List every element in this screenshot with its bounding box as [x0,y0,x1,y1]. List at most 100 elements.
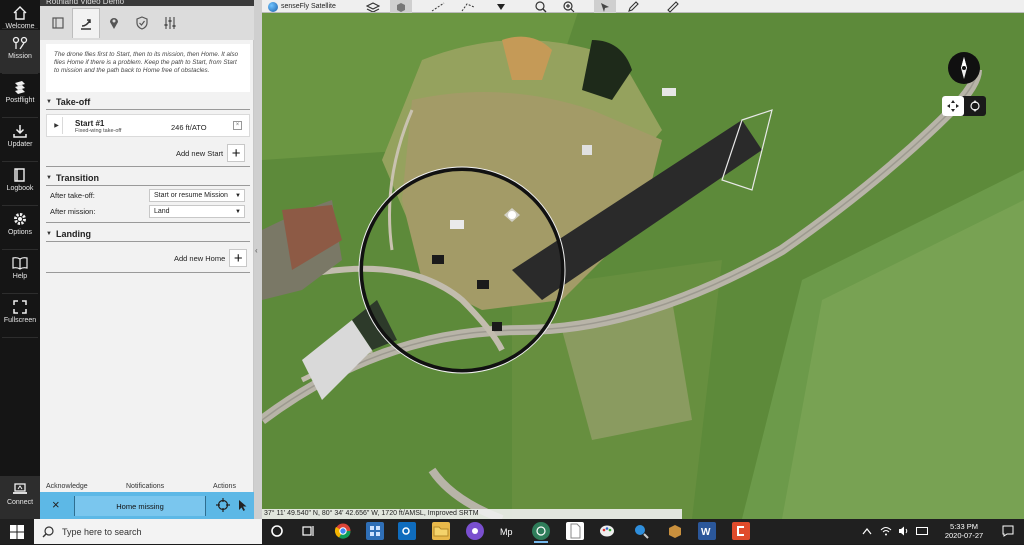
app-window: Welcome Mission Postflight Updater Logbo… [0,0,1024,519]
tab-takeoff[interactable] [72,8,100,38]
transition-section-header[interactable]: ▼ Transition [46,171,250,185]
mission-planner-app[interactable]: Mp [498,522,516,540]
map-mode-toggle [942,96,986,116]
red-app[interactable] [732,522,750,540]
book-icon [14,168,25,182]
notifications-icon[interactable] [1002,525,1014,537]
tab-settings[interactable] [156,8,184,38]
package-app[interactable] [666,522,684,540]
edit-tool-icon [628,0,639,12]
tab-waypoint[interactable] [100,8,128,38]
nav-updater[interactable]: Updater [0,118,40,161]
emotion-app[interactable] [532,522,550,543]
dismiss-notification-icon[interactable]: × [52,497,60,512]
zoom-out-button[interactable] [530,0,552,13]
tab-safety[interactable] [128,8,156,38]
download-icon [13,125,27,138]
wifi-icon[interactable] [880,526,892,536]
nav-options[interactable]: Options [0,206,40,249]
start-item[interactable]: ▶ Start #1 Fixed-wing take-off 246 ft/AT… [46,114,250,137]
rotate-mode-button[interactable] [964,96,986,116]
nav-fullscreen[interactable]: Fullscreen [0,294,40,337]
cortana-button[interactable] [268,522,286,540]
view-3d-button[interactable] [390,0,412,13]
takeoff-heading: Take-off [55,97,91,107]
sliders-icon [164,17,176,29]
paint-app[interactable] [598,522,616,540]
takeoff-icon [81,18,91,30]
move-mode-button[interactable] [942,96,964,116]
volume-icon[interactable] [898,526,910,536]
nav-options-label: Options [7,229,33,236]
delete-start-icon[interactable]: × [233,121,242,130]
taskbar-search[interactable]: Type here to search [34,519,262,544]
rotate-arrows-icon [970,100,980,112]
add-home-button[interactable]: Add new Home + [174,249,248,267]
tab-map-layers[interactable] [44,8,72,38]
zoom-out-icon [535,0,547,12]
after-takeoff-select[interactable]: Start or resume Mission ▼ [149,189,245,202]
folder-icon [433,526,449,537]
dropdown-button[interactable] [490,0,512,13]
satellite-map[interactable]: 37° 11' 49.540" N, 80° 34' 42.656" W, 17… [262,0,1024,519]
measure-button[interactable] [427,0,449,13]
panel-splitter[interactable]: ‹ [254,0,262,519]
calculator-app[interactable] [366,522,384,540]
plus-icon: + [229,249,248,267]
basemap-selector[interactable]: senseFly Satellite [268,0,336,13]
ruler-button[interactable] [662,0,684,13]
nav-help[interactable]: Help [0,250,40,293]
nav-postflight[interactable]: Postflight [0,74,40,117]
compass-north-indicator[interactable] [948,52,980,84]
nav-connect[interactable]: Connect [0,476,40,519]
home-icon [13,6,27,20]
start-altitude: 246 ft/ATO [171,123,207,132]
actions-label: Actions [213,483,236,490]
landing-section-header[interactable]: ▼ Landing [46,227,250,241]
locate-target-icon[interactable] [216,498,230,512]
keyboard-icon[interactable] [916,526,928,536]
document-icon [570,523,581,539]
after-takeoff-label: After take-off: [50,191,95,200]
notification-bar: × Home missing [40,492,254,519]
collapse-panel-icon: ‹ [255,246,258,255]
nav-mission[interactable]: Mission [0,30,40,73]
start-button[interactable] [0,519,34,544]
start-type: Fixed-wing take-off [75,128,122,134]
outlook-app[interactable] [398,522,416,540]
system-clock[interactable]: 5:33 PM 2020-07-27 [940,522,988,540]
collapse-icon: ▼ [46,231,52,237]
add-start-button[interactable]: Add new Start + [176,144,246,162]
nav-logbook[interactable]: Logbook [0,162,40,205]
after-mission-select[interactable]: Land ▼ [149,205,245,218]
mission-panel: Rothland Video Demo The drone flies firs… [40,0,254,519]
shield-icon [136,16,148,30]
draw-area-icon [461,2,475,11]
draw-area-button[interactable] [457,0,479,13]
chrome-app[interactable] [334,522,352,540]
layers-button[interactable] [362,0,384,13]
nav-postflight-label: Postflight [5,97,35,104]
svg-text:W: W [701,527,711,538]
word-app[interactable]: W [698,522,716,540]
after-mission-row: After mission: Land ▼ [48,205,248,219]
takeoff-section-header[interactable]: ▼ Take-off [46,95,250,109]
task-view-button[interactable] [300,522,318,540]
chevron-down-icon: ▼ [235,209,241,215]
chevron-down-icon: ▼ [235,193,241,199]
app-purple[interactable] [466,522,484,540]
edit-tool-button[interactable] [622,0,644,13]
expand-arrow-icon[interactable]: ▶ [51,117,63,134]
move-arrows-icon [947,100,959,112]
select-tool-button[interactable] [594,0,616,13]
panel-tabs [40,6,254,40]
magnifier-app[interactable] [632,522,650,540]
document-app[interactable] [566,522,584,540]
red-app-icon [737,526,744,536]
chevron-up-icon[interactable] [862,527,872,535]
zoom-in-button[interactable] [558,0,580,13]
measure-icon [431,2,445,11]
pointer-click-icon[interactable] [236,498,248,512]
file-explorer-app[interactable] [432,522,450,540]
book-open-icon [12,257,28,270]
